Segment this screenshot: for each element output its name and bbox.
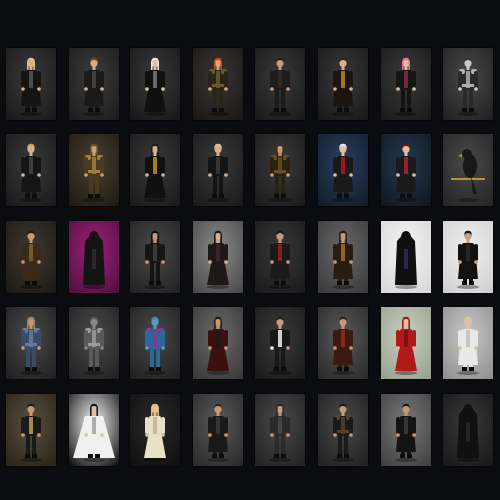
character-thumbnail[interactable]: [69, 394, 119, 466]
character-thumbnail[interactable]: [6, 221, 56, 293]
character-render-image: [69, 307, 119, 379]
character-thumbnail[interactable]: [255, 48, 305, 120]
character-thumbnail[interactable]: [318, 221, 368, 293]
character-thumbnail[interactable]: [381, 48, 431, 120]
character-render-image: [255, 134, 305, 206]
character-render-image: [443, 221, 493, 293]
character-render-image: [69, 221, 119, 293]
character-render-image: [130, 307, 180, 379]
character-render-image: [381, 48, 431, 120]
character-thumbnail[interactable]: [255, 134, 305, 206]
character-thumbnail[interactable]: [6, 134, 56, 206]
character-thumbnail[interactable]: [130, 221, 180, 293]
character-thumbnail[interactable]: [130, 307, 180, 379]
character-thumbnail[interactable]: [6, 48, 56, 120]
character-render-image: [69, 134, 119, 206]
character-render-image: [318, 134, 368, 206]
character-thumbnail[interactable]: [381, 221, 431, 293]
character-render-image: [193, 48, 243, 120]
character-render-image: [69, 48, 119, 120]
character-render-image: [381, 221, 431, 293]
character-thumbnail[interactable]: [318, 48, 368, 120]
character-render-image: [193, 394, 243, 466]
character-thumbnail[interactable]: [255, 307, 305, 379]
character-render-image: [381, 134, 431, 206]
character-thumbnail[interactable]: [69, 134, 119, 206]
character-thumbnail[interactable]: [69, 48, 119, 120]
character-thumbnail[interactable]: [130, 48, 180, 120]
character-thumbnail[interactable]: [318, 394, 368, 466]
character-thumbnail[interactable]: [381, 307, 431, 379]
character-render-image: [193, 307, 243, 379]
character-thumbnail[interactable]: [69, 307, 119, 379]
character-thumbnail[interactable]: [318, 134, 368, 206]
character-gallery: [0, 0, 500, 500]
character-render-image: [193, 221, 243, 293]
character-thumbnail[interactable]: [6, 307, 56, 379]
character-thumbnail[interactable]: [318, 307, 368, 379]
character-thumbnail[interactable]: [193, 134, 243, 206]
character-render-image: [318, 221, 368, 293]
character-render-image: [6, 134, 56, 206]
character-render-image: [130, 48, 180, 120]
character-thumbnail[interactable]: [69, 221, 119, 293]
character-thumbnail[interactable]: [130, 394, 180, 466]
character-render-image: [255, 307, 305, 379]
character-thumbnail[interactable]: [6, 394, 56, 466]
character-render-image: [130, 221, 180, 293]
character-render-image: [255, 48, 305, 120]
character-render-image: [130, 134, 180, 206]
character-thumbnail[interactable]: [443, 221, 493, 293]
character-thumbnail[interactable]: [443, 134, 493, 206]
character-render-image: [443, 134, 493, 206]
character-render-image: [6, 307, 56, 379]
character-thumbnail[interactable]: [193, 307, 243, 379]
character-render-image: [255, 221, 305, 293]
character-render-image: [381, 394, 431, 466]
character-render-image: [443, 394, 493, 466]
character-render-image: [6, 394, 56, 466]
character-thumbnail[interactable]: [443, 307, 493, 379]
character-thumbnail[interactable]: [193, 221, 243, 293]
character-thumbnail[interactable]: [193, 394, 243, 466]
character-render-image: [318, 48, 368, 120]
character-render-image: [318, 394, 368, 466]
character-thumbnail[interactable]: [255, 221, 305, 293]
character-render-image: [69, 394, 119, 466]
character-render-image: [255, 394, 305, 466]
character-thumbnail[interactable]: [381, 134, 431, 206]
character-render-image: [443, 307, 493, 379]
character-render-image: [6, 48, 56, 120]
character-render-image: [318, 307, 368, 379]
character-thumbnail[interactable]: [381, 394, 431, 466]
character-render-image: [443, 48, 493, 120]
character-render-image: [381, 307, 431, 379]
character-render-image: [6, 221, 56, 293]
character-thumbnail[interactable]: [130, 134, 180, 206]
character-render-image: [193, 134, 243, 206]
character-thumbnail[interactable]: [193, 48, 243, 120]
character-thumbnail[interactable]: [443, 394, 493, 466]
character-thumbnail[interactable]: [443, 48, 493, 120]
character-thumbnail[interactable]: [255, 394, 305, 466]
character-render-image: [130, 394, 180, 466]
